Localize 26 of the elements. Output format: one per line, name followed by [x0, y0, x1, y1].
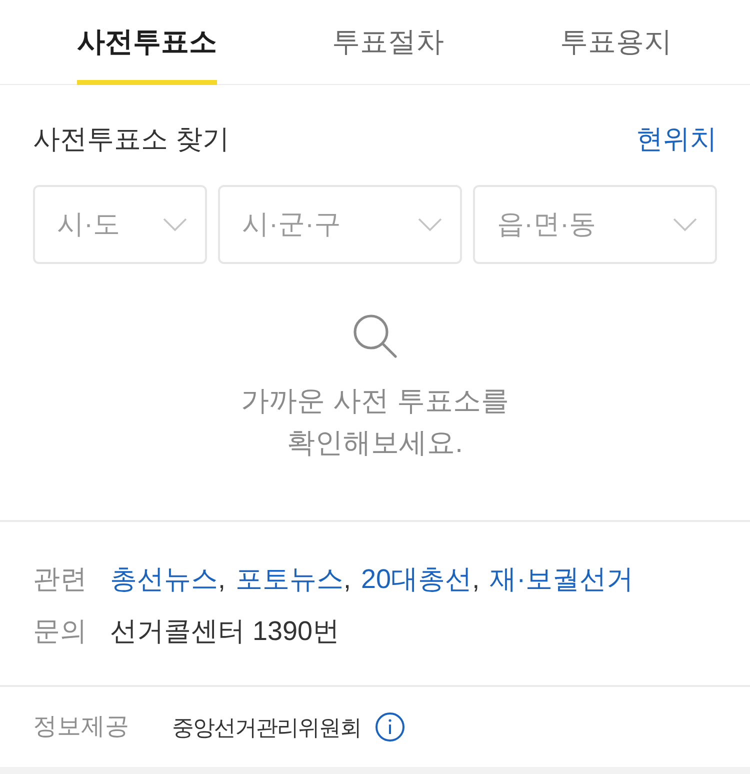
comma-separator: ,: [344, 562, 352, 596]
news-link[interactable]: 포토뉴스: [236, 558, 344, 600]
provider-label: 정보제공: [33, 712, 130, 742]
provider-value: 중앙선거관리위원회: [172, 714, 361, 742]
inquiry-label: 문의: [33, 614, 88, 648]
inquiry-value: 선거콜센터 1390번: [110, 614, 340, 648]
empty-state-message: 가까운 사전 투표소를 확인해보세요.: [241, 384, 509, 460]
comma-separator: ,: [472, 562, 480, 596]
chevron-down-icon: [418, 218, 442, 232]
chevron-down-icon: [163, 218, 187, 232]
search-icon: [352, 313, 398, 359]
chevron-down-icon: [673, 218, 697, 232]
select-placeholder: 시·도: [57, 208, 120, 242]
select-placeholder: 읍·면·동: [497, 208, 596, 242]
news-link[interactable]: 총선뉴스: [110, 558, 218, 600]
comma-separator: ,: [218, 562, 226, 596]
current-location-link[interactable]: 현위치: [636, 119, 717, 159]
tab[interactable]: 사전투표소: [77, 0, 217, 85]
related-label: 관련: [33, 562, 88, 596]
info-icon[interactable]: [375, 712, 405, 742]
tab[interactable]: 투표절차: [332, 0, 444, 85]
tab[interactable]: 투표용지: [560, 0, 672, 85]
section-title: 사전투표소 찾기: [33, 123, 230, 156]
news-link[interactable]: 재·보궐선거: [490, 558, 634, 600]
news-link[interactable]: 20대총선: [361, 558, 472, 600]
select-placeholder: 시·군·구: [242, 208, 341, 242]
